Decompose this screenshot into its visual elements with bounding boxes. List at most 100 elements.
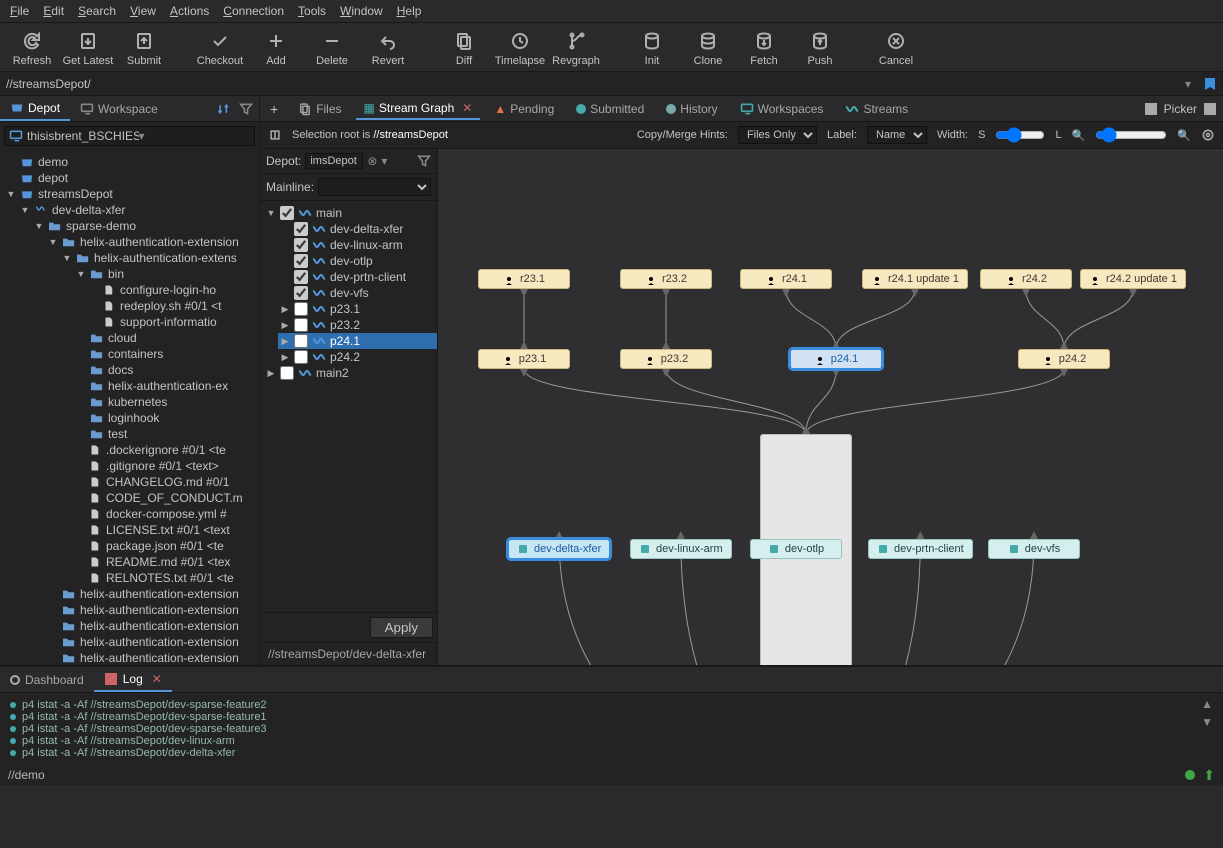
apply-button[interactable]: Apply bbox=[370, 617, 433, 638]
stream-filter-item[interactable]: ▶main2 bbox=[264, 365, 437, 381]
stream-filter-checkbox[interactable] bbox=[294, 302, 308, 316]
stream-filter-checkbox[interactable] bbox=[294, 238, 308, 252]
tree-item[interactable]: demo bbox=[4, 154, 259, 170]
depot-filter-input[interactable] bbox=[305, 153, 363, 169]
stream-filter-checkbox[interactable] bbox=[280, 206, 294, 220]
tree-item[interactable]: configure-login-ho bbox=[88, 282, 259, 298]
tree-item[interactable]: README.md #0/1 <tex bbox=[74, 554, 259, 570]
stream-node-p23.1[interactable]: p23.1 bbox=[478, 349, 570, 369]
submit-button[interactable]: Submit bbox=[116, 31, 172, 67]
tab-dashboard[interactable]: Dashboard bbox=[0, 669, 94, 691]
stream-graph-canvas[interactable]: r23.1 r23.2 r24.1 r24.1 update 1 r24.2 r24.2 … bbox=[438, 149, 1223, 665]
depot-dropdown-icon[interactable]: ▾ bbox=[381, 154, 387, 168]
tab-stream-graph[interactable]: ▦Stream Graph✕ bbox=[356, 98, 481, 120]
stream-filter-checkbox[interactable] bbox=[294, 334, 308, 348]
tree-item[interactable]: docker-compose.yml # bbox=[74, 506, 259, 522]
tree-item[interactable]: test bbox=[74, 426, 259, 442]
stream-node-r24.1u1[interactable]: r24.1 update 1 bbox=[862, 269, 968, 289]
menu-window[interactable]: Window bbox=[340, 4, 383, 18]
stream-node-r23.2[interactable]: r23.2 bbox=[620, 269, 712, 289]
menu-search[interactable]: Search bbox=[78, 4, 116, 18]
stream-node-r24.2[interactable]: r24.2 bbox=[980, 269, 1072, 289]
tree-item[interactable]: helix-authentication-extension bbox=[46, 650, 259, 665]
stream-filter-item[interactable]: ▶p24.1 bbox=[278, 333, 437, 349]
tree-item[interactable]: RELNOTES.txt #0/1 <te bbox=[74, 570, 259, 586]
hints-select[interactable]: Files Only bbox=[738, 126, 817, 144]
stream-filter-checkbox[interactable] bbox=[294, 318, 308, 332]
tree-item[interactable]: helix-authentication-extension bbox=[46, 634, 259, 650]
tree-item[interactable]: .gitignore #0/1 <text> bbox=[74, 458, 259, 474]
tab-workspaces[interactable]: Workspaces bbox=[732, 99, 832, 119]
tree-item[interactable]: LICENSE.txt #0/1 <text bbox=[74, 522, 259, 538]
stream-node-r24.1[interactable]: r24.1 bbox=[740, 269, 832, 289]
filter-icon[interactable] bbox=[239, 102, 253, 116]
tree-item[interactable]: CHANGELOG.md #0/1 bbox=[74, 474, 259, 490]
stream-filter-tree[interactable]: ▼maindev-delta-xferdev-linux-armdev-otlp… bbox=[260, 201, 437, 612]
add-button[interactable]: Add bbox=[248, 31, 304, 67]
bookmark-icon[interactable] bbox=[1203, 77, 1217, 91]
tree-item[interactable]: containers bbox=[74, 346, 259, 362]
stream-filter-item[interactable]: dev-delta-xfer bbox=[278, 221, 437, 237]
stream-filter-checkbox[interactable] bbox=[280, 366, 294, 380]
tree-item[interactable]: loginhook bbox=[74, 410, 259, 426]
init-button[interactable]: Init bbox=[624, 31, 680, 67]
push-button[interactable]: Push bbox=[792, 31, 848, 67]
target-icon[interactable] bbox=[1201, 128, 1215, 142]
clear-depot-icon[interactable]: ⊗ bbox=[367, 154, 377, 168]
tree-item[interactable]: depot bbox=[4, 170, 259, 186]
revert-button[interactable]: Revert bbox=[360, 31, 416, 67]
stream-node-p24.2[interactable]: p24.2 bbox=[1018, 349, 1110, 369]
tab-close-icon[interactable]: ✕ bbox=[462, 101, 472, 115]
stream-node-dev-delta-xfer[interactable]: dev-delta-xfer bbox=[508, 539, 610, 559]
log-nav-arrows[interactable]: ▲▼ bbox=[1201, 697, 1213, 729]
stream-filter-checkbox[interactable] bbox=[294, 270, 308, 284]
tree-item[interactable]: helix-authentication-extension bbox=[46, 618, 259, 634]
menu-tools[interactable]: Tools bbox=[298, 4, 326, 18]
tab-streams[interactable]: Streams bbox=[837, 99, 916, 119]
workspace-select[interactable]: thisisbrent_BSCHIESTL0123_productA_r24.2… bbox=[4, 126, 255, 146]
tree-item[interactable]: .dockerignore #0/1 <te bbox=[74, 442, 259, 458]
picker-label[interactable]: Picker bbox=[1164, 102, 1197, 116]
tree-item[interactable]: CODE_OF_CONDUCT.m bbox=[74, 490, 259, 506]
new-tab-button[interactable]: + bbox=[264, 101, 284, 117]
stream-filter-item[interactable]: ▶p23.1 bbox=[278, 301, 437, 317]
stream-filter-item[interactable]: ▼main bbox=[264, 205, 437, 221]
tab-submitted[interactable]: Submitted bbox=[568, 99, 652, 119]
tree-item[interactable]: ▼dev-delta-xfer bbox=[18, 202, 259, 218]
mainline-select[interactable] bbox=[318, 178, 431, 196]
menu-view[interactable]: View bbox=[130, 4, 156, 18]
stream-node-p24.1[interactable]: p24.1 bbox=[790, 349, 882, 369]
revgraph-button[interactable]: Revgraph bbox=[548, 31, 604, 67]
width-slider[interactable] bbox=[995, 127, 1045, 143]
tree-item[interactable]: ▼streamsDepot bbox=[4, 186, 259, 202]
stream-node-dev-linux-arm[interactable]: dev-linux-arm bbox=[630, 539, 732, 559]
refresh-button[interactable]: Refresh bbox=[4, 31, 60, 67]
tree-item[interactable]: ▼sparse-demo bbox=[32, 218, 259, 234]
tree-item[interactable]: helix-authentication-extension bbox=[46, 586, 259, 602]
stream-filter-checkbox[interactable] bbox=[294, 222, 308, 236]
stream-filter-checkbox[interactable] bbox=[294, 286, 308, 300]
timelapse-button[interactable]: Timelapse bbox=[492, 31, 548, 67]
cancel-button[interactable]: Cancel bbox=[868, 31, 924, 67]
label-select[interactable]: Name bbox=[867, 126, 927, 144]
stream-node-r23.1[interactable]: r23.1 bbox=[478, 269, 570, 289]
tree-item[interactable]: package.json #0/1 <te bbox=[74, 538, 259, 554]
tab-log[interactable]: Log ✕ bbox=[94, 668, 172, 692]
depot-filter-icon[interactable] bbox=[417, 154, 431, 168]
tree-item[interactable]: support-informatio bbox=[88, 314, 259, 330]
tree-item[interactable]: cloud bbox=[74, 330, 259, 346]
path-input[interactable] bbox=[6, 77, 1179, 91]
stream-node-dev-otlp[interactable]: dev-otlp bbox=[750, 539, 842, 559]
menu-edit[interactable]: Edit bbox=[43, 4, 64, 18]
tree-item[interactable]: ▼helix-authentication-extens bbox=[60, 250, 259, 266]
panel-config-icon[interactable] bbox=[1203, 102, 1217, 116]
stream-node-p23.2[interactable]: p23.2 bbox=[620, 349, 712, 369]
stream-filter-item[interactable]: dev-vfs bbox=[278, 285, 437, 301]
stream-filter-item[interactable]: ▶p24.2 bbox=[278, 349, 437, 365]
stream-node-r24.2u1[interactable]: r24.2 update 1 bbox=[1080, 269, 1186, 289]
stream-filter-checkbox[interactable] bbox=[294, 350, 308, 364]
tree-item[interactable]: ▼helix-authentication-extension bbox=[46, 234, 259, 250]
stream-filter-item[interactable]: dev-otlp bbox=[278, 253, 437, 269]
get-latest-button[interactable]: Get Latest bbox=[60, 31, 116, 67]
collapse-icon[interactable] bbox=[268, 128, 282, 142]
